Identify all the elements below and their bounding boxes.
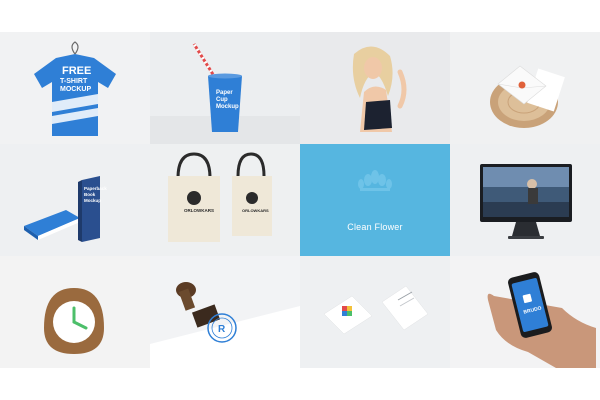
cup-text-line-3: Mockup [216, 104, 239, 110]
tote-bag-image: ORLOWKARS ORLOWKARS [150, 144, 300, 256]
tile-tote-bag-mockup[interactable]: ORLOWKARS ORLOWKARS [150, 144, 300, 256]
tile-iphone-mockup[interactable]: BRUDO [450, 256, 600, 368]
tile-clean-flower[interactable]: Clean Flower [300, 144, 450, 256]
cup-text-line-1: Paper [216, 90, 233, 96]
book-text-line-3: Mockup [84, 198, 101, 203]
tile-clock-mockup[interactable] [0, 256, 150, 368]
tshirt-text-line-1: FREE [62, 65, 91, 77]
stamp-image: R [150, 256, 300, 368]
tile-envelope-mockup[interactable] [450, 32, 600, 144]
book-image: Paperback Book Mockup [0, 144, 150, 256]
book-text-line-2: Book [84, 192, 96, 197]
envelope-image [450, 32, 600, 144]
tshirt-text-line-2: T-SHIRT [60, 78, 88, 85]
tshirt-image: FREE T-SHIRT MOCKUP [0, 32, 150, 144]
business-card-image [300, 256, 450, 368]
woman-photo-image [300, 32, 450, 144]
tote-brand-text-2: ORLOWKARS [242, 208, 269, 213]
tile-imac-mockup[interactable] [450, 144, 600, 256]
cup-text-line-2: Cup [216, 97, 228, 103]
tile-book-mockup[interactable]: Paperback Book Mockup [0, 144, 150, 256]
tile-stamp-mockup[interactable]: R [150, 256, 300, 368]
paper-cup-image: Paper Cup Mockup [150, 32, 300, 144]
book-text-line-1: Paperback [84, 186, 107, 191]
tile-business-card-mockup[interactable] [300, 256, 450, 368]
tile-paper-cup-mockup[interactable]: Paper Cup Mockup [150, 32, 300, 144]
imac-image [450, 144, 600, 256]
tile-woman-photo[interactable] [300, 32, 450, 144]
tile-tshirt-mockup[interactable]: FREE T-SHIRT MOCKUP [0, 32, 150, 144]
tshirt-text-line-3: MOCKUP [60, 86, 91, 93]
clean-flower-image [300, 144, 450, 256]
tote-brand-text: ORLOWKARS [184, 208, 214, 213]
mockup-gallery-grid: FREE T-SHIRT MOCKUP Paper Cup Mockup Pap… [0, 32, 600, 368]
clean-flower-label: Clean Flower [347, 222, 403, 232]
svg-text:R: R [218, 324, 226, 335]
clock-image [0, 256, 150, 368]
iphone-image: BRUDO [450, 256, 600, 368]
